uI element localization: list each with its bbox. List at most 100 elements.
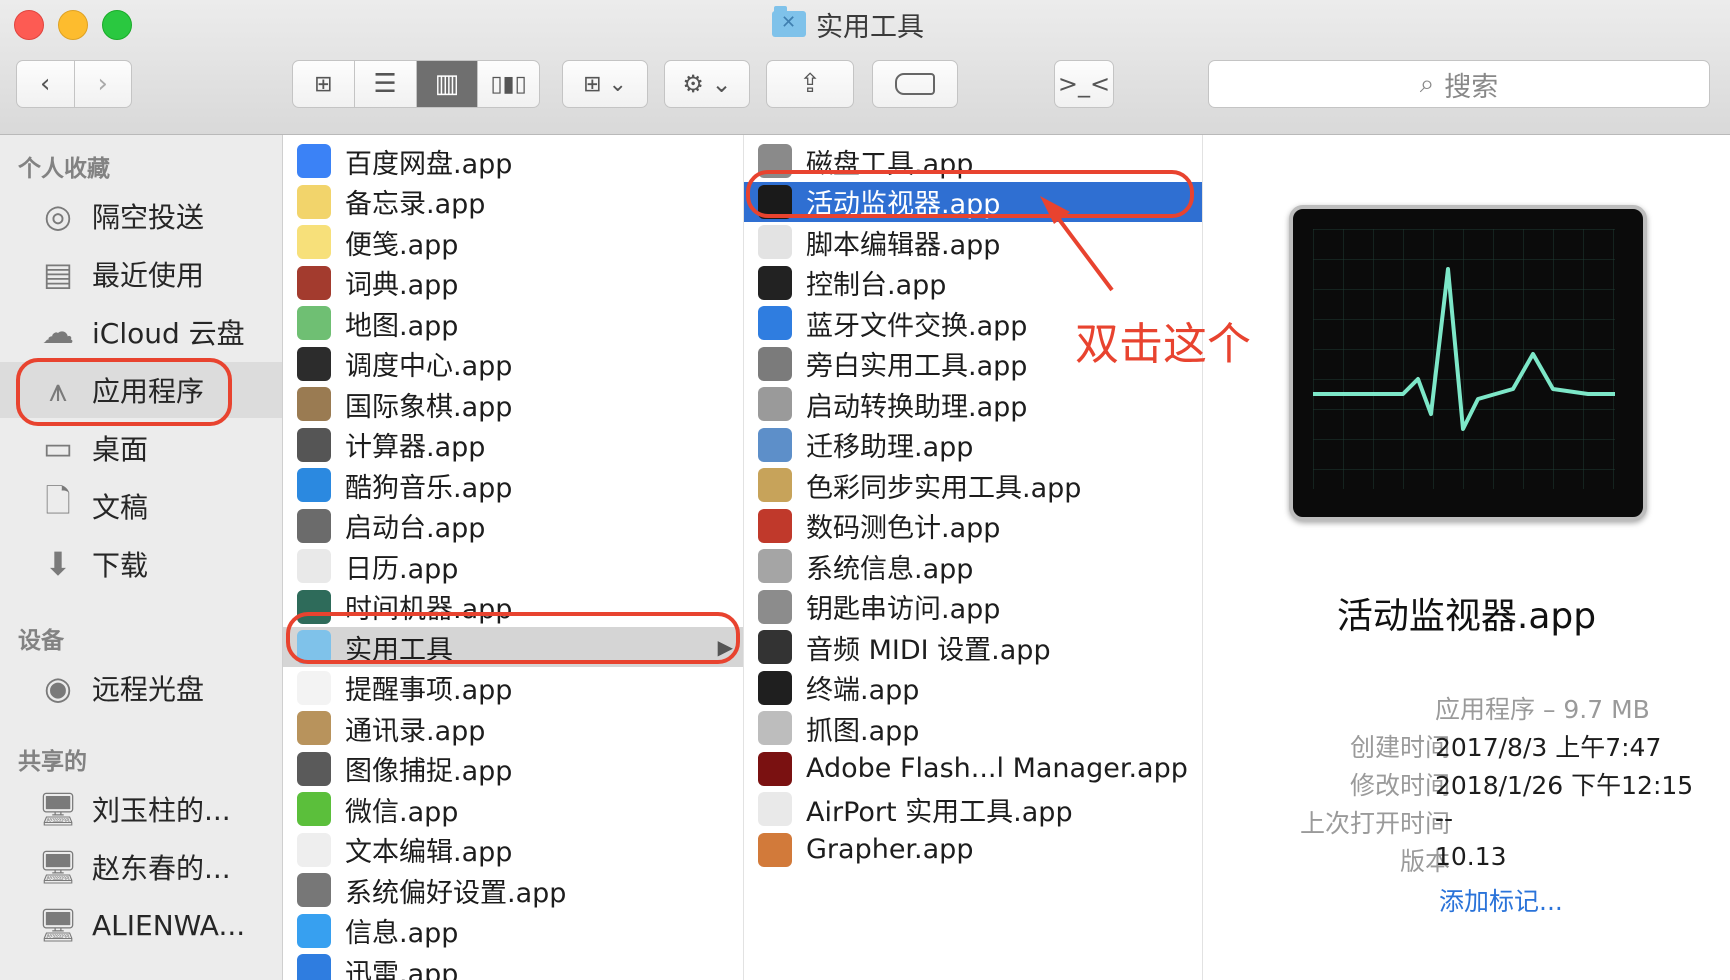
app-label: 实用工具 [345,634,453,666]
app-row[interactable]: 终端.app [744,668,1202,708]
icon-view-icon[interactable]: ⊞ [293,61,355,107]
app-row[interactable]: 国际象棋.app [283,384,743,424]
app-label: 系统信息.app [806,553,974,585]
app-row[interactable]: 日历.app [283,546,743,586]
app-row[interactable]: 计算器.app [283,425,743,465]
app-icon [758,387,792,421]
connect-button[interactable]: >_< [1054,60,1114,108]
arrange-button[interactable]: ⊞ ⌄ [562,60,648,108]
close-button[interactable] [14,10,44,40]
app-label: 时间机器.app [345,594,513,625]
sidebar-section-favorites: 个人收藏 [18,156,110,182]
app-row[interactable]: 系统信息.app [744,546,1202,586]
app-row[interactable]: 钥匙串访问.app [744,587,1202,627]
app-row[interactable]: 地图.app [283,303,743,343]
app-row[interactable]: 控制台.app [744,263,1202,303]
sidebar-item-shared-1[interactable]: 🖥 刘玉柱的... [0,781,282,837]
computer-icon: 🖥 [37,790,79,828]
share-button[interactable]: ⇪ [766,60,854,108]
chevron-right-icon[interactable]: › [75,61,132,107]
app-label: 国际象棋.app [345,391,513,423]
cover-flow-icon[interactable]: ▯▮▯ [478,61,539,107]
app-row[interactable]: 备忘录.app [283,182,743,222]
app-row[interactable]: 提醒事项.app [283,668,743,708]
app-row[interactable]: 信息.app [283,911,743,951]
app-row[interactable]: 迅雷.app [283,951,743,980]
modified-value: 2018/1/26 下午12:15 [1435,771,1694,800]
list-view-icon[interactable]: ☰ [355,61,417,107]
zoom-button[interactable] [102,10,132,40]
app-icon [758,184,792,219]
sidebar: 个人收藏 ◎ 隔空投送 ▤ 最近使用 ☁ iCloud 云盘 ⩚ 应用程序 ▭ … [0,135,283,980]
sidebar-item-icloud[interactable]: ☁ iCloud 云盘 [0,304,282,360]
app-row[interactable]: 文本编辑.app [283,830,743,870]
app-label: 词典.app [345,270,459,301]
sidebar-item-recents[interactable]: ▤ 最近使用 [0,246,282,302]
chevron-left-icon[interactable]: ‹ [17,61,75,107]
sidebar-item-shared-2[interactable]: 🖥 赵东春的... [0,839,282,895]
app-label: 钥匙串访问.app [806,594,1001,625]
app-label: 系统偏好设置.app [345,877,567,909]
app-row[interactable]: 通讯录.app [283,708,743,748]
app-row[interactable]: 磁盘工具.app [744,141,1202,181]
app-row[interactable]: 便笺.app [283,222,743,262]
app-row[interactable]: 系统偏好设置.app [283,870,743,910]
app-row[interactable]: 抓图.app [744,708,1202,748]
sidebar-item-applications[interactable]: ⩚ 应用程序 [0,362,282,418]
app-row[interactable]: 百度网盘.app [283,141,743,181]
sidebar-item-downloads[interactable]: ⬇ 下载 [0,536,282,592]
preview-pane: 活动监视器.app 应用程序 – 9.7 MB 创建时间 2017/8/3 上午… [1203,135,1730,980]
finder-window: 实用工具 ‹ › ⊞ ☰ ▥ ▯▮▯ ⊞ ⌄ ⚙ ⌄ ⇪ >_< ⌕ 搜索 [0,0,1730,980]
last-opened-value: -- [1435,804,1454,833]
sidebar-item-remote-disc[interactable]: ◉ 远程光盘 [0,660,282,716]
app-icon [758,549,792,583]
app-row[interactable]: 酷狗音乐.app [283,465,743,505]
app-row[interactable]: 数码测色计.app [744,506,1202,546]
app-row[interactable]: 时间机器.app [283,587,743,627]
app-row[interactable]: 词典.app [283,263,743,303]
app-row[interactable]: 活动监视器.app [744,181,1202,222]
action-button[interactable]: ⚙ ⌄ [664,60,750,108]
app-label: Grapher.app [806,834,974,865]
app-label: 磁盘工具.app [806,148,974,180]
app-row[interactable]: 迁移助理.app [744,425,1202,465]
computer-icon: 🖥 [37,848,79,886]
arrange-icon: ⊞ ⌄ [583,71,627,97]
app-row[interactable]: 启动转换助理.app [744,384,1202,424]
utilities-folder-icon [772,6,806,37]
column-view-icon[interactable]: ▥ [416,61,479,107]
app-row[interactable]: 微信.app [283,789,743,829]
sidebar-item-label: 文稿 [92,491,149,524]
sidebar-item-documents[interactable]: 🗋 文稿 [0,478,282,534]
app-label: 蓝牙文件交换.app [806,310,1028,342]
search-field[interactable]: ⌕ 搜索 [1208,60,1710,108]
app-row[interactable]: AirPort 实用工具.app [744,789,1202,829]
app-row[interactable]: 启动台.app [283,506,743,546]
sidebar-item-label: 远程光盘 [92,673,205,706]
app-label: 计算器.app [345,432,486,463]
sidebar-item-desktop[interactable]: ▭ 桌面 [0,420,282,476]
app-row[interactable]: 色彩同步实用工具.app [744,465,1202,505]
disclosure-arrow-icon: ▶ [717,635,733,659]
app-label: 音频 MIDI 设置.app [806,634,1051,666]
app-row[interactable]: 图像捕捉.app [283,749,743,789]
app-row[interactable]: 调度中心.app [283,344,743,384]
sidebar-item-airdrop[interactable]: ◎ 隔空投送 [0,188,282,244]
app-icon [297,792,331,826]
sidebar-item-shared-3[interactable]: 🖥 ALIENWA... [0,897,282,953]
sidebar-item-label: 下载 [92,549,149,582]
add-tags-link[interactable]: 添加标记... [1439,882,1563,918]
app-label: 脚本编辑器.app [806,229,1001,261]
tag-button[interactable] [872,60,958,108]
app-icon [297,670,331,705]
gear-icon: ⚙ ⌄ [682,70,732,98]
app-row[interactable]: Grapher.app [744,830,1202,870]
app-label: 旁白实用工具.app [806,351,1028,382]
app-row[interactable]: Adobe Flash...l Manager.app [744,749,1202,789]
app-row[interactable]: 音频 MIDI 设置.app [744,627,1202,667]
minimize-button[interactable] [58,10,88,40]
folder-row-utilities[interactable]: 实用工具 ▶ [283,627,743,667]
app-row[interactable]: 脚本编辑器.app [744,222,1202,262]
app-label: 数码测色计.app [806,513,1001,544]
utilities-column: 磁盘工具.app 活动监视器.app 脚本编辑器.app 控制台.app 蓝牙文件交换.… [744,135,1203,980]
